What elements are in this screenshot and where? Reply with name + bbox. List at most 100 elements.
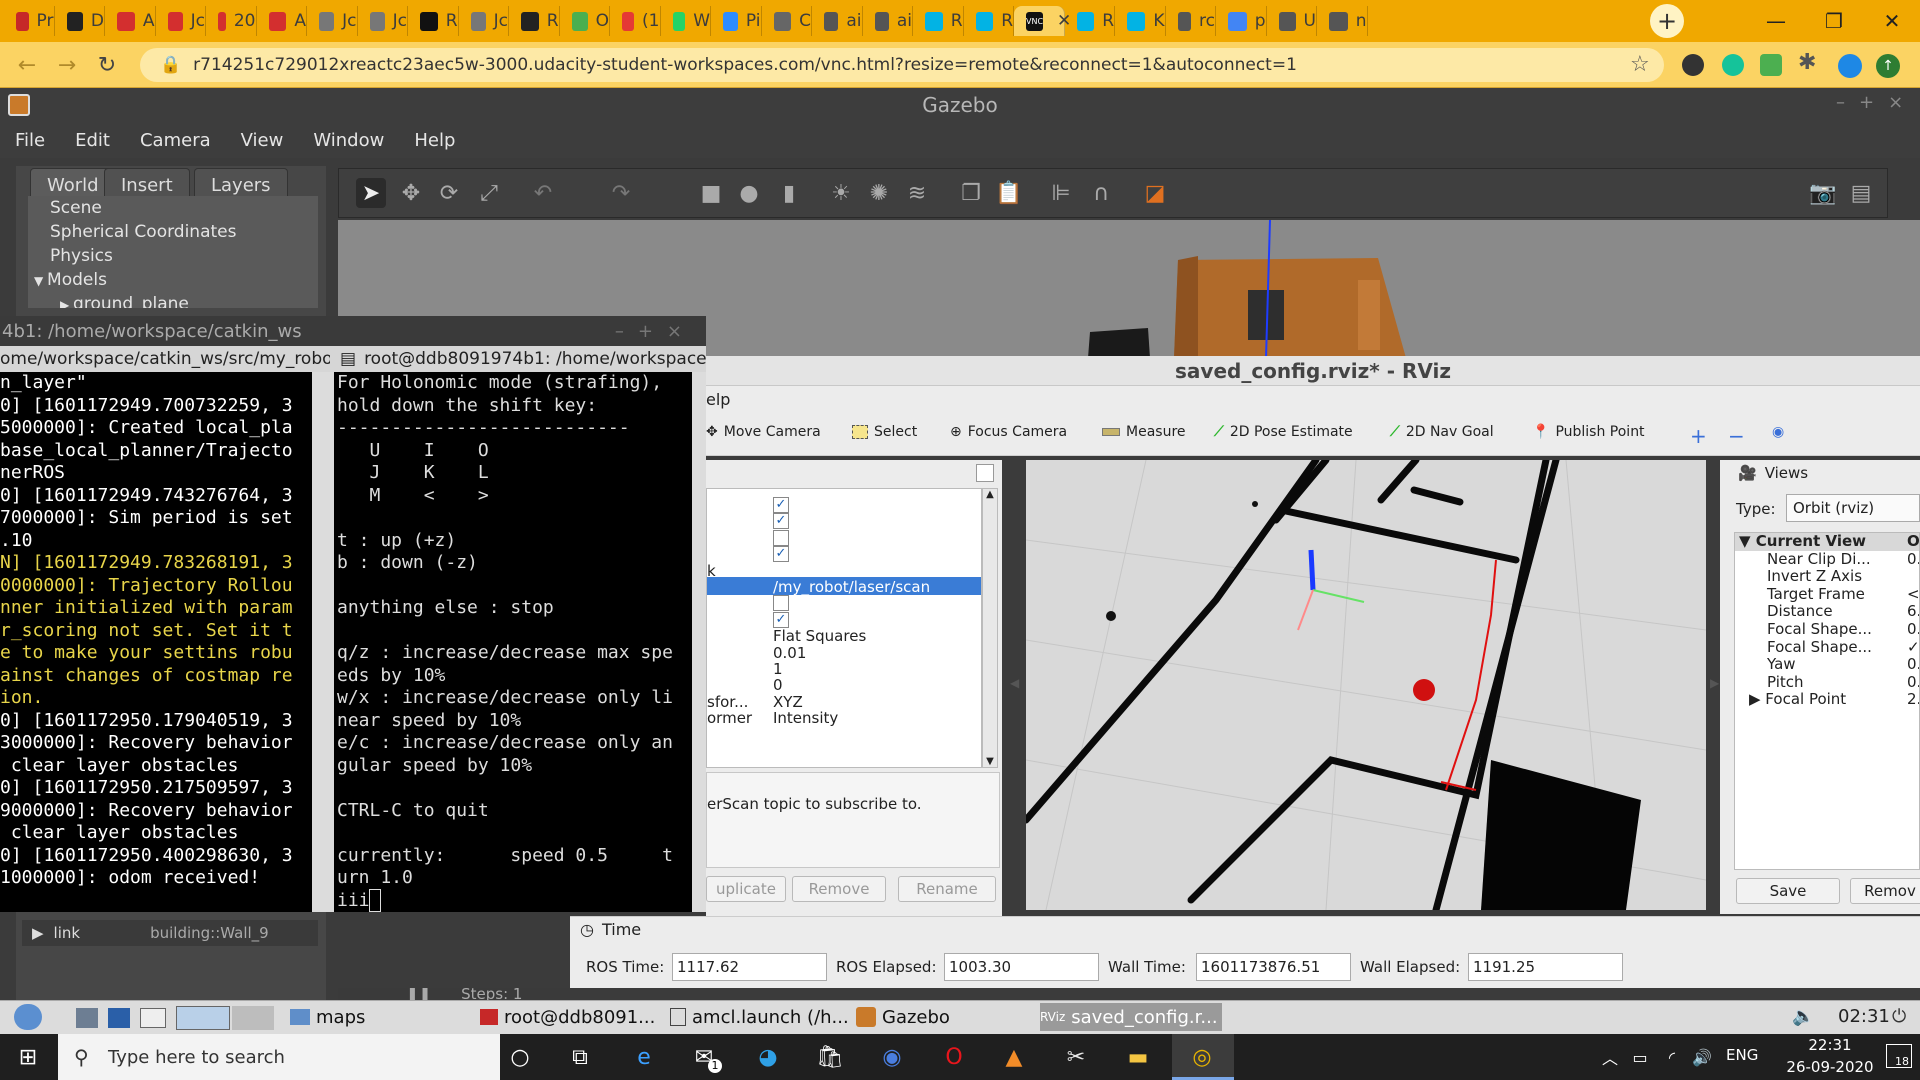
file-manager-icon[interactable]: [76, 1008, 98, 1028]
directional-light-icon[interactable]: ≋: [902, 178, 932, 208]
tool-properties-icon[interactable]: ◉: [1772, 424, 1784, 440]
gazebo-menu-edit[interactable]: Edit: [75, 130, 110, 151]
opera-icon[interactable]: O: [938, 1041, 970, 1073]
browser-tab[interactable]: Pi: [711, 6, 762, 36]
terminal-pane-left[interactable]: n_layer" 0] [1601172949.700732259, 3 50000…: [0, 372, 312, 912]
snap-icon[interactable]: ∩: [1086, 178, 1116, 208]
scale-mode-icon[interactable]: ⤢: [474, 178, 504, 208]
displays-scrollbar[interactable]: ▲ ▼: [982, 488, 998, 768]
gazebo-window-controls[interactable]: –+×: [1836, 92, 1917, 113]
taskbar-item-terminal[interactable]: root@ddb8091...: [480, 1003, 655, 1031]
tray-chevron-icon[interactable]: ︿: [1594, 1041, 1626, 1073]
undo-icon[interactable]: ↶: [528, 178, 558, 208]
rviz-3d-view[interactable]: [1026, 460, 1706, 910]
views-remove-button[interactable]: Remov: [1850, 878, 1920, 904]
back-icon[interactable]: ←: [12, 50, 42, 80]
chrome-icon[interactable]: ◎: [1186, 1041, 1218, 1073]
remove-tool-icon[interactable]: −: [1728, 424, 1745, 448]
change-view-icon[interactable]: ◪: [1140, 178, 1170, 208]
views-save-button[interactable]: Save: [1736, 878, 1840, 904]
address-bar[interactable]: 🔒 r714251c729012xreactc23aec5w-3000.udac…: [140, 48, 1664, 82]
remove-display-button[interactable]: Remove: [792, 876, 886, 902]
window-minimize-button[interactable]: —: [1748, 0, 1804, 42]
tool-publish-point[interactable]: 📍 Publish Point: [1532, 424, 1645, 440]
grammarly-icon[interactable]: [1722, 54, 1744, 76]
collapse-left-arrow[interactable]: ◀: [1010, 676, 1019, 690]
box-shape-icon[interactable]: ■: [696, 178, 726, 208]
matlab-icon[interactable]: ▲: [998, 1041, 1030, 1073]
wall-elapsed-field[interactable]: 1191.25: [1468, 953, 1623, 981]
taskbar-item-amcl[interactable]: amcl.launch (/h...: [670, 1003, 849, 1031]
views-property-tree[interactable]: ▼ Current View O Near Clip Di... 0. Invert Z…: [1734, 532, 1920, 870]
tree-arrow-icon[interactable]: ▶: [60, 298, 73, 308]
gazebo-menu-window[interactable]: Window: [313, 130, 384, 151]
scroll-down-arrow[interactable]: ▼: [983, 756, 997, 767]
edge-icon[interactable]: ◕: [752, 1041, 784, 1073]
browser-tab[interactable]: A: [105, 6, 156, 36]
window-close-button[interactable]: ✕: [1864, 0, 1920, 42]
terminal-pane-right[interactable]: For Holonomic mode (strafing), hold down …: [334, 372, 692, 912]
wifi-icon[interactable]: ◜: [1656, 1041, 1688, 1073]
screenshot-icon[interactable]: 📷: [1808, 178, 1838, 208]
gazebo-menu-file[interactable]: File: [15, 130, 45, 151]
current-view-row[interactable]: ▼ Current View O: [1735, 533, 1919, 551]
browser-tab[interactable]: ai: [812, 6, 863, 36]
log-icon[interactable]: ▤: [1846, 178, 1876, 208]
terminal-tab-right[interactable]: ▤ root@ddb8091974b1: /home/workspace: [340, 346, 706, 372]
windows-date[interactable]: 26-09-2020: [1776, 1058, 1884, 1076]
tool-focus-camera[interactable]: ⊕ Focus Camera: [950, 424, 1067, 440]
views-type-select[interactable]: Orbit (rviz): [1786, 494, 1920, 522]
extension-icon-2[interactable]: [1760, 54, 1782, 76]
language-indicator[interactable]: ENG: [1726, 1046, 1758, 1064]
browser-tab[interactable]: rc: [1166, 6, 1216, 36]
windows-search-box[interactable]: ⚲ Type here to search: [58, 1034, 500, 1080]
wall-time-field[interactable]: 1601173876.51: [1196, 953, 1351, 981]
extension-icon-1[interactable]: [1682, 54, 1704, 76]
task-view-icon[interactable]: ⧉: [564, 1041, 596, 1073]
reload-icon[interactable]: ↻: [92, 50, 122, 80]
update-icon[interactable]: ↑: [1876, 54, 1900, 78]
browser-tab[interactable]: O: [560, 6, 610, 36]
ros-elapsed-field[interactable]: 1003.30: [944, 953, 1099, 981]
tool-measure[interactable]: Measure: [1102, 424, 1186, 440]
menu-help-partial[interactable]: elp: [706, 390, 730, 409]
browser-tab[interactable]: Jc: [459, 6, 509, 36]
taskbar-item-maps[interactable]: maps: [290, 1003, 365, 1031]
browser-tab[interactable]: VNC ✕: [1014, 6, 1071, 36]
pause-icon[interactable]: ❚❚: [406, 988, 431, 1000]
windows-start-icon[interactable]: ⊞: [12, 1041, 44, 1073]
rename-display-button[interactable]: Rename: [898, 876, 996, 902]
profile-avatar[interactable]: [1838, 54, 1862, 78]
view-property-row[interactable]: Pitch 0.: [1735, 673, 1919, 692]
scroll-up-arrow[interactable]: ▲: [983, 489, 997, 500]
display-property-row[interactable]: ormer Intensity: [707, 708, 981, 728]
browser-tab[interactable]: Jc: [307, 6, 358, 36]
tree-item[interactable]: Scene: [28, 196, 318, 220]
translate-mode-icon[interactable]: ✥: [396, 178, 426, 208]
browser-tab[interactable]: n: [1317, 6, 1368, 36]
mail-icon[interactable]: ✉ 1: [688, 1041, 722, 1073]
terminal-left-scrollbar[interactable]: [312, 372, 334, 912]
browser-tab[interactable]: Jc: [358, 6, 408, 36]
browser-tab[interactable]: R: [408, 6, 459, 36]
browser-tab[interactable]: R: [913, 6, 964, 36]
windows-time[interactable]: 22:31: [1790, 1036, 1870, 1054]
desktop-pager[interactable]: [232, 1006, 274, 1030]
collapse-right-arrow[interactable]: ▶: [1710, 676, 1719, 690]
copy-icon[interactable]: ❐: [956, 178, 986, 208]
view-property-row[interactable]: Invert Z Axis: [1735, 567, 1919, 586]
speaker-icon[interactable]: 🔊: [1686, 1041, 1718, 1073]
internet-explorer-icon[interactable]: e: [628, 1041, 660, 1073]
notification-center-icon[interactable]: 18: [1886, 1044, 1912, 1068]
battery-icon[interactable]: ▭: [1624, 1041, 1656, 1073]
tool-move-camera[interactable]: ✥ Move Camera: [706, 424, 821, 440]
view-property-row[interactable]: Focal Shape... ✓: [1735, 638, 1919, 657]
displays-property-table[interactable]: ✓ ✓ ✓ k/my_robot/laser/scan ✓ Flat Squares 0.0…: [706, 488, 982, 768]
browser-tab[interactable]: R: [1065, 6, 1115, 36]
bookmark-star-icon[interactable]: ☆: [1630, 52, 1650, 77]
chromium-icon[interactable]: ◉: [876, 1041, 908, 1073]
tool-select[interactable]: Select: [852, 424, 917, 440]
new-tab-button[interactable]: +: [1650, 4, 1684, 38]
browser-tab[interactable]: 20: [206, 6, 257, 36]
browser-tab[interactable]: C: [762, 6, 812, 36]
